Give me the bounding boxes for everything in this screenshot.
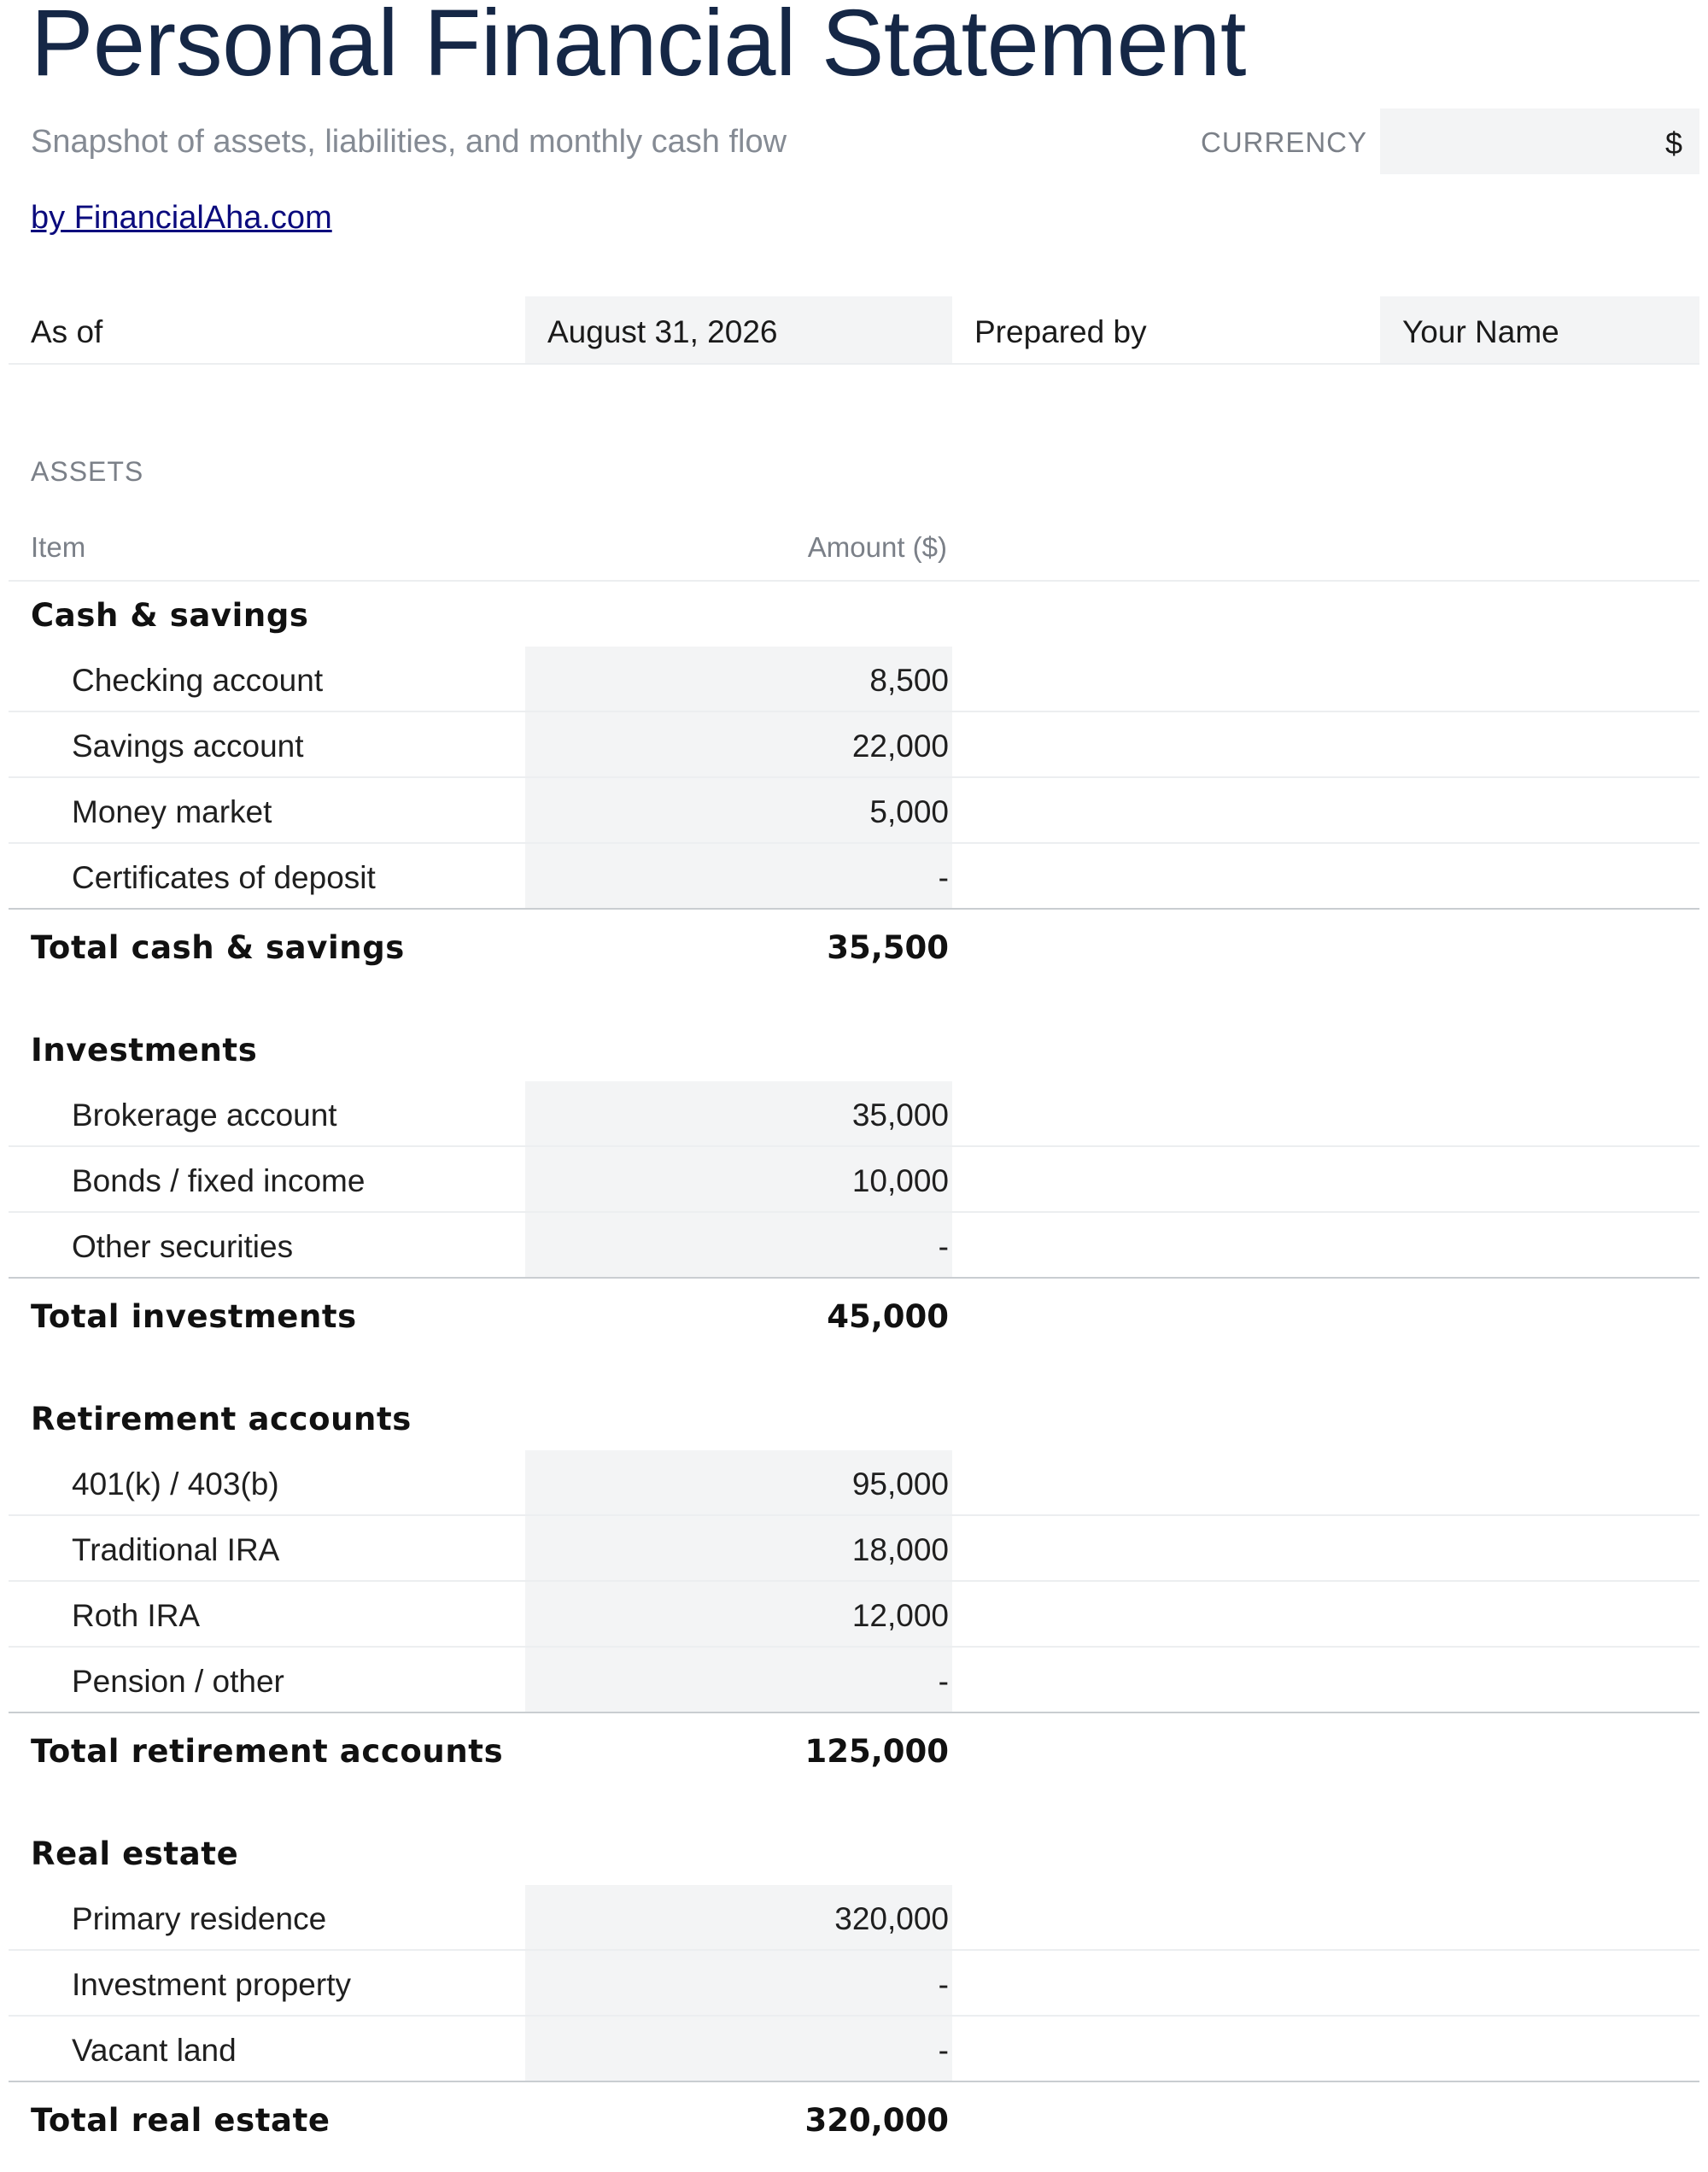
as-of-label: As of <box>31 314 103 349</box>
asset-amount-value: 10,000 <box>851 1163 949 1198</box>
asset-amount-field[interactable]: 22,000 <box>525 712 952 776</box>
assets-table: Cash & savings Checking account 8,500 Savin… <box>9 582 1699 2157</box>
asset-amount-value: - <box>938 2033 949 2068</box>
asset-row: Pension / other - <box>9 1648 1699 1713</box>
group-title-investments: Investments <box>31 1032 258 1068</box>
asset-item-label: Traditional IRA <box>72 1532 280 1567</box>
asset-amount-value: 95,000 <box>851 1467 949 1502</box>
asset-amount-field[interactable]: - <box>525 2017 952 2081</box>
page-title: Personal Financial Statement <box>31 0 1246 96</box>
asset-row: Primary residence 320,000 <box>9 1885 1699 1951</box>
asset-amount-value: 22,000 <box>851 729 949 764</box>
total-label: Total real estate <box>31 2102 330 2139</box>
asset-row: Money market 5,000 <box>9 778 1699 844</box>
asset-item-label: Certificates of deposit <box>72 860 376 895</box>
asset-amount-field[interactable]: 10,000 <box>525 1147 952 1211</box>
assets-section-label: ASSETS <box>31 456 144 487</box>
total-row-retirement-accounts: Total retirement accounts 125,000 <box>9 1712 1699 1789</box>
total-amount: 320,000 <box>804 2102 949 2139</box>
asset-item-label: Primary residence <box>72 1901 327 1936</box>
asset-amount-field[interactable]: - <box>525 1951 952 2015</box>
asset-amount-field[interactable]: - <box>525 844 952 908</box>
asset-item-label: Savings account <box>72 729 304 764</box>
total-amount: 35,500 <box>827 929 949 966</box>
asset-item-label: Checking account <box>72 663 324 698</box>
asset-item-label: Investment property <box>72 1967 351 2002</box>
asset-item-label: Brokerage account <box>72 1098 337 1133</box>
asset-row: Brokerage account 35,000 <box>9 1081 1699 1147</box>
asset-row: Checking account 8,500 <box>9 647 1699 712</box>
column-header-item: Item <box>31 531 86 563</box>
asset-amount-value: - <box>938 1229 949 1264</box>
group-title-cash-savings: Cash & savings <box>31 597 309 634</box>
total-amount: 125,000 <box>804 1733 949 1770</box>
total-label: Total investments <box>31 1298 357 1335</box>
asset-item-label: Money market <box>72 794 272 829</box>
asset-amount-field[interactable]: 5,000 <box>525 778 952 842</box>
group-title-retirement-accounts: Retirement accounts <box>31 1401 412 1437</box>
asset-row: Traditional IRA 18,000 <box>9 1516 1699 1582</box>
total-row-investments: Total investments 45,000 <box>9 1277 1699 1354</box>
total-row-real-estate: Total real estate 320,000 <box>9 2081 1699 2157</box>
group-title-real-estate: Real estate <box>31 1835 239 1872</box>
asset-row: Savings account 22,000 <box>9 712 1699 778</box>
asset-amount-field[interactable]: 18,000 <box>525 1516 952 1580</box>
asset-row: 401(k) / 403(b) 95,000 <box>9 1450 1699 1516</box>
asset-item-label: Roth IRA <box>72 1598 201 1633</box>
prepared-by-label: Prepared by <box>974 314 1147 349</box>
asset-amount-field[interactable]: - <box>525 1213 952 1277</box>
asset-row: Investment property - <box>9 1951 1699 2017</box>
total-row-cash-savings: Total cash & savings 35,500 <box>9 908 1699 985</box>
asset-amount-value: - <box>938 1967 949 2002</box>
asset-amount-field[interactable]: 35,000 <box>525 1081 952 1145</box>
asset-amount-field[interactable]: 95,000 <box>525 1450 952 1514</box>
asset-item-label: 401(k) / 403(b) <box>72 1467 279 1502</box>
asset-amount-field[interactable]: - <box>525 1648 952 1712</box>
asset-item-label: Bonds / fixed income <box>72 1163 366 1198</box>
asset-item-label: Other securities <box>72 1229 294 1264</box>
asset-amount-field[interactable]: 12,000 <box>525 1582 952 1646</box>
column-header-amount: Amount ($) <box>807 531 947 563</box>
currency-field[interactable]: $ <box>1380 108 1699 174</box>
asset-amount-value: 35,000 <box>851 1098 949 1133</box>
asset-row: Bonds / fixed income 10,000 <box>9 1147 1699 1213</box>
asset-amount-value: 320,000 <box>834 1901 949 1936</box>
asset-amount-value: - <box>938 1664 949 1699</box>
asset-row: Other securities - <box>9 1213 1699 1279</box>
total-label: Total cash & savings <box>31 929 405 966</box>
asset-amount-field[interactable]: 320,000 <box>525 1885 952 1949</box>
currency-value: $ <box>1664 126 1682 161</box>
prepared-by-field[interactable]: Your Name <box>1380 296 1699 363</box>
page-subtitle: Snapshot of assets, liabilities, and mon… <box>31 124 787 160</box>
asset-amount-value: 12,000 <box>851 1598 949 1633</box>
asset-amount-value: 8,500 <box>869 663 949 698</box>
asset-row: Certificates of deposit - <box>9 844 1699 910</box>
total-label: Total retirement accounts <box>31 1733 504 1770</box>
as-of-date-field[interactable]: August 31, 2026 <box>525 296 952 363</box>
byline-link[interactable]: by FinancialAha.com <box>31 200 332 237</box>
asset-item-label: Pension / other <box>72 1664 284 1699</box>
total-amount: 45,000 <box>827 1298 949 1335</box>
asset-item-label: Vacant land <box>72 2033 237 2068</box>
currency-label: CURRENCY <box>1201 126 1368 158</box>
asset-amount-value: 5,000 <box>869 794 949 829</box>
asset-row: Roth IRA 12,000 <box>9 1582 1699 1648</box>
asset-amount-field[interactable]: 8,500 <box>525 647 952 711</box>
asset-amount-value: - <box>938 860 949 895</box>
statement-meta-row: As of August 31, 2026 Prepared by Your N… <box>9 296 1699 365</box>
asset-row: Vacant land - <box>9 2017 1699 2082</box>
asset-amount-value: 18,000 <box>851 1532 949 1567</box>
